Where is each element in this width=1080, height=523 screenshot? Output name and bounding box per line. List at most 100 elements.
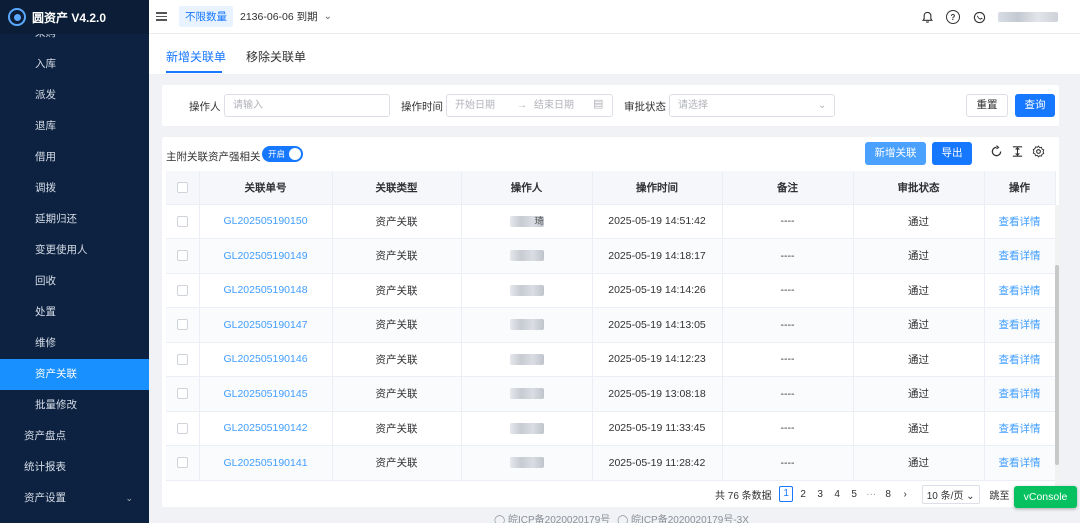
order-no-link[interactable]: GL202505190141 <box>223 457 307 469</box>
type-cell: 资产关联 <box>332 204 462 239</box>
view-detail-link[interactable]: 查看详情 <box>999 250 1041 262</box>
export-button[interactable]: 导出 <box>932 142 972 165</box>
row-checkbox[interactable] <box>176 353 188 365</box>
row-checkbox[interactable] <box>176 215 188 227</box>
sidebar-item[interactable]: 资产设置 ⌄ <box>0 483 149 514</box>
chevron-down-icon[interactable]: ⌄ <box>324 11 332 22</box>
page-number[interactable]: 4 <box>830 489 844 500</box>
time-cell: 2025-05-19 11:28:42 <box>592 445 723 481</box>
sidebar-item-label: 资产设置 <box>24 492 66 504</box>
table-row[interactable]: GL202505190142 资产关联 2025-05-19 11:33:45 ---… <box>166 411 1056 446</box>
row-checkbox[interactable] <box>176 422 188 434</box>
row-checkbox[interactable] <box>176 388 188 400</box>
tab-add-link[interactable]: 新增关联单 <box>166 48 226 65</box>
bell-icon[interactable] <box>920 10 934 24</box>
page-number[interactable]: 1 <box>779 486 794 502</box>
help-icon[interactable]: ? <box>946 10 960 24</box>
order-no-link[interactable]: GL202505190148 <box>223 284 307 296</box>
view-detail-link[interactable]: 查看详情 <box>999 423 1041 435</box>
gear-icon[interactable] <box>1031 145 1045 159</box>
table-row[interactable]: GL202505190141 资产关联 2025-05-19 11:28:42 ---… <box>166 445 1056 481</box>
row-select-cell <box>166 376 200 412</box>
sidebar-item[interactable]: 采购 <box>0 34 149 49</box>
view-detail-link[interactable]: 查看详情 <box>999 319 1041 331</box>
remark-cell: ---- <box>722 307 854 343</box>
add-link-button[interactable]: 新增关联 <box>865 142 926 165</box>
date-range-picker[interactable]: 开始日期 → 结束日期 ▤ <box>446 94 613 117</box>
sidebar-item[interactable]: 入库 <box>0 49 149 80</box>
table-row[interactable]: GL202505190145 资产关联 2025-05-19 13:08:18 ---… <box>166 376 1056 412</box>
sidebar-item[interactable]: 派发 <box>0 80 149 111</box>
row-checkbox[interactable] <box>176 284 188 296</box>
strong-link-switch[interactable]: 开启 <box>262 146 303 162</box>
reset-button[interactable]: 重置 <box>966 94 1008 117</box>
vconsole-button[interactable]: vConsole <box>1014 486 1077 508</box>
action-cell: 查看详情 <box>984 273 1056 308</box>
sidebar-item[interactable]: 资产关联 <box>0 359 149 390</box>
tab-remove-link[interactable]: 移除关联单 <box>246 48 306 65</box>
table-scrollbar[interactable] <box>1055 205 1059 495</box>
sidebar-item[interactable]: 退库 <box>0 111 149 142</box>
page-number[interactable]: 2 <box>796 489 810 500</box>
total-count: 共 76 条数据 <box>715 490 772 502</box>
search-button[interactable]: 查询 <box>1015 94 1055 117</box>
pager-ellipsis[interactable]: ··· <box>864 489 878 500</box>
table-row[interactable]: GL202505190150 资产关联 琦 2025-05-19 14:51:42 --… <box>166 204 1056 239</box>
page-number[interactable]: 3 <box>813 489 827 500</box>
column-height-icon[interactable] <box>1010 145 1024 159</box>
icp-text-1[interactable]: 皖ICP备2020020179号 <box>508 515 610 523</box>
sidebar-item[interactable]: 处置 <box>0 297 149 328</box>
icp-text-2[interactable]: 皖ICP备2020020179号-3X <box>631 515 749 523</box>
row-checkbox[interactable] <box>176 319 188 331</box>
order-no-link[interactable]: GL202505190142 <box>223 422 307 434</box>
sidebar-item[interactable]: 资产盘点 <box>0 421 149 452</box>
status-select[interactable]: 请选择 ⌄ <box>669 94 835 117</box>
sidebar-item[interactable]: 调拨 <box>0 173 149 204</box>
table-row[interactable]: GL202505190146 资产关联 2025-05-19 14:12:23 ---… <box>166 342 1056 377</box>
order-no-link[interactable]: GL202505190147 <box>223 319 307 331</box>
user-avatar[interactable] <box>998 12 1058 22</box>
row-checkbox[interactable] <box>176 457 188 469</box>
table-row[interactable]: GL202505190149 资产关联 2025-05-19 14:18:17 ---… <box>166 238 1056 274</box>
order-no-link[interactable]: GL202505190150 <box>223 215 307 227</box>
page-number[interactable]: 5 <box>847 489 861 500</box>
table-row[interactable]: GL202505190147 资产关联 2025-05-19 14:13:05 ---… <box>166 307 1056 343</box>
select-all-checkbox[interactable] <box>176 181 188 193</box>
operator-input[interactable]: 请输入 <box>224 94 390 117</box>
shield-icon: ◯ <box>617 515 629 523</box>
col-header-time: 操作时间 <box>592 171 723 205</box>
action-cell: 查看详情 <box>984 238 1056 274</box>
sidebar-item[interactable]: 变更使用人 <box>0 235 149 266</box>
row-checkbox[interactable] <box>176 250 188 262</box>
sidebar-item[interactable]: 延期归还 <box>0 204 149 235</box>
next-page-icon[interactable]: › <box>898 489 912 500</box>
operator-cell <box>461 411 593 446</box>
order-no-link[interactable]: GL202505190149 <box>223 250 307 262</box>
sidebar-item[interactable]: 维修 <box>0 328 149 359</box>
page-size-select[interactable]: 10 条/页 ⌄ <box>921 484 980 504</box>
page-last[interactable]: 8 <box>881 489 895 500</box>
status-cell: 通过 <box>853 204 985 239</box>
sidebar-item[interactable]: 批量修改 <box>0 390 149 421</box>
collapse-menu-icon[interactable] <box>156 10 167 23</box>
sidebar-item[interactable]: 借用 <box>0 142 149 173</box>
chat-icon[interactable] <box>972 10 986 24</box>
operator-cell <box>461 445 593 481</box>
view-detail-link[interactable]: 查看详情 <box>999 285 1041 297</box>
sidebar-item[interactable]: 回收 <box>0 266 149 297</box>
view-detail-link[interactable]: 查看详情 <box>999 388 1041 400</box>
sidebar-item[interactable]: 统计报表 <box>0 452 149 483</box>
order-no-link[interactable]: GL202505190146 <box>223 353 307 365</box>
filter-panel: 操作人 请输入 操作时间 开始日期 → 结束日期 ▤ 审批状态 请选择 ⌄ 重置… <box>162 85 1059 126</box>
table-row[interactable]: GL202505190148 资产关联 2025-05-19 14:14:26 ---… <box>166 273 1056 308</box>
status-cell: 通过 <box>853 376 985 412</box>
order-no-link[interactable]: GL202505190145 <box>223 388 307 400</box>
view-detail-link[interactable]: 查看详情 <box>999 216 1041 228</box>
row-select-cell <box>166 238 200 274</box>
app-logo[interactable]: 圆资产 V4.2.0 <box>0 0 149 34</box>
view-detail-link[interactable]: 查看详情 <box>999 457 1041 469</box>
refresh-icon[interactable] <box>989 145 1003 159</box>
operator-name-redacted <box>509 284 544 296</box>
order-no-cell: GL202505190150 <box>199 204 333 239</box>
view-detail-link[interactable]: 查看详情 <box>999 354 1041 366</box>
